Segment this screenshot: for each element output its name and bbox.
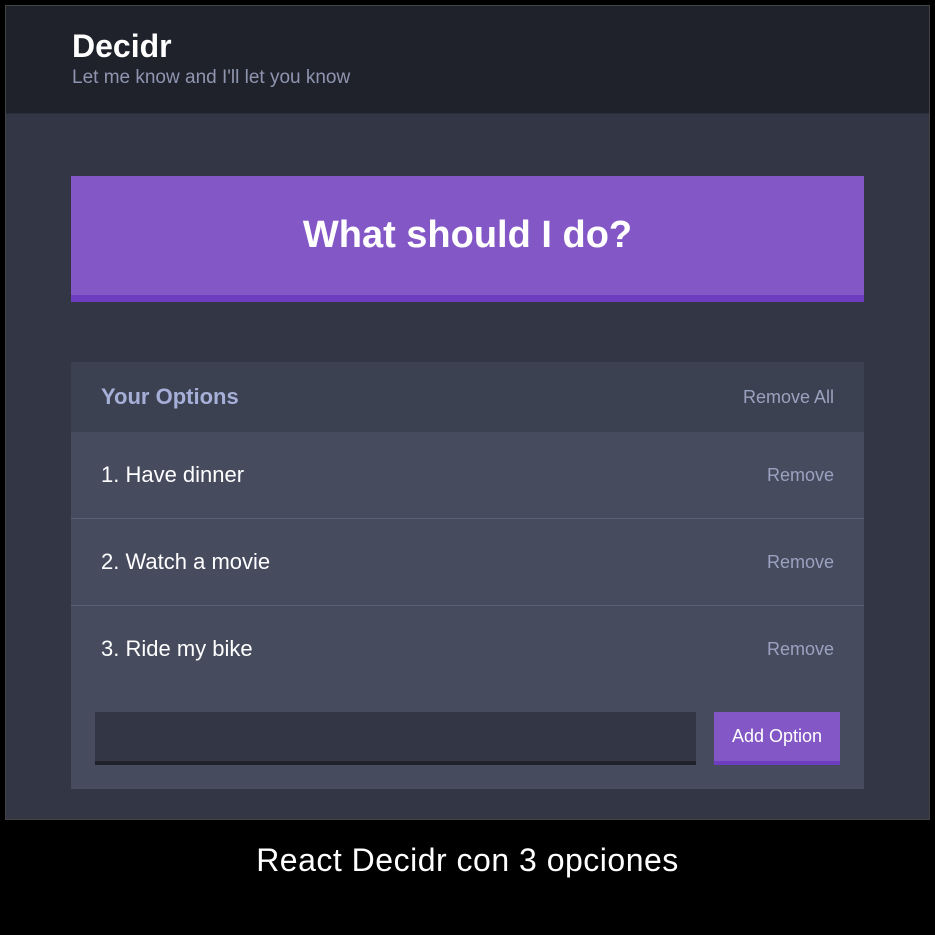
options-list: 1. Have dinner Remove 2. Watch a movie Remo… — [71, 432, 864, 692]
decide-button[interactable]: What should I do? — [71, 176, 864, 302]
caption: React Decidr con 3 opciones — [0, 820, 935, 909]
option-text: 2. Watch a movie — [101, 549, 270, 575]
add-option-input[interactable] — [95, 712, 696, 765]
options-header: Your Options Remove All — [71, 362, 864, 432]
remove-all-button[interactable]: Remove All — [743, 387, 834, 408]
remove-option-button[interactable]: Remove — [767, 465, 834, 486]
options-panel: Your Options Remove All 1. Have dinner Re… — [71, 362, 864, 789]
add-option-form: Add Option — [71, 692, 864, 789]
app-container: Decidr Let me know and I'll let you know… — [5, 5, 930, 820]
header: Decidr Let me know and I'll let you know — [6, 6, 929, 114]
option-text: 3. Ride my bike — [101, 636, 253, 662]
option-row: 3. Ride my bike Remove — [71, 606, 864, 692]
app-subtitle: Let me know and I'll let you know — [72, 67, 929, 89]
remove-option-button[interactable]: Remove — [767, 639, 834, 660]
options-title: Your Options — [101, 384, 239, 410]
add-option-button[interactable]: Add Option — [714, 712, 840, 765]
option-row: 1. Have dinner Remove — [71, 432, 864, 519]
content: What should I do? Your Options Remove Al… — [6, 114, 929, 819]
option-text: 1. Have dinner — [101, 462, 244, 488]
option-row: 2. Watch a movie Remove — [71, 519, 864, 606]
remove-option-button[interactable]: Remove — [767, 552, 834, 573]
app-title: Decidr — [72, 28, 929, 65]
